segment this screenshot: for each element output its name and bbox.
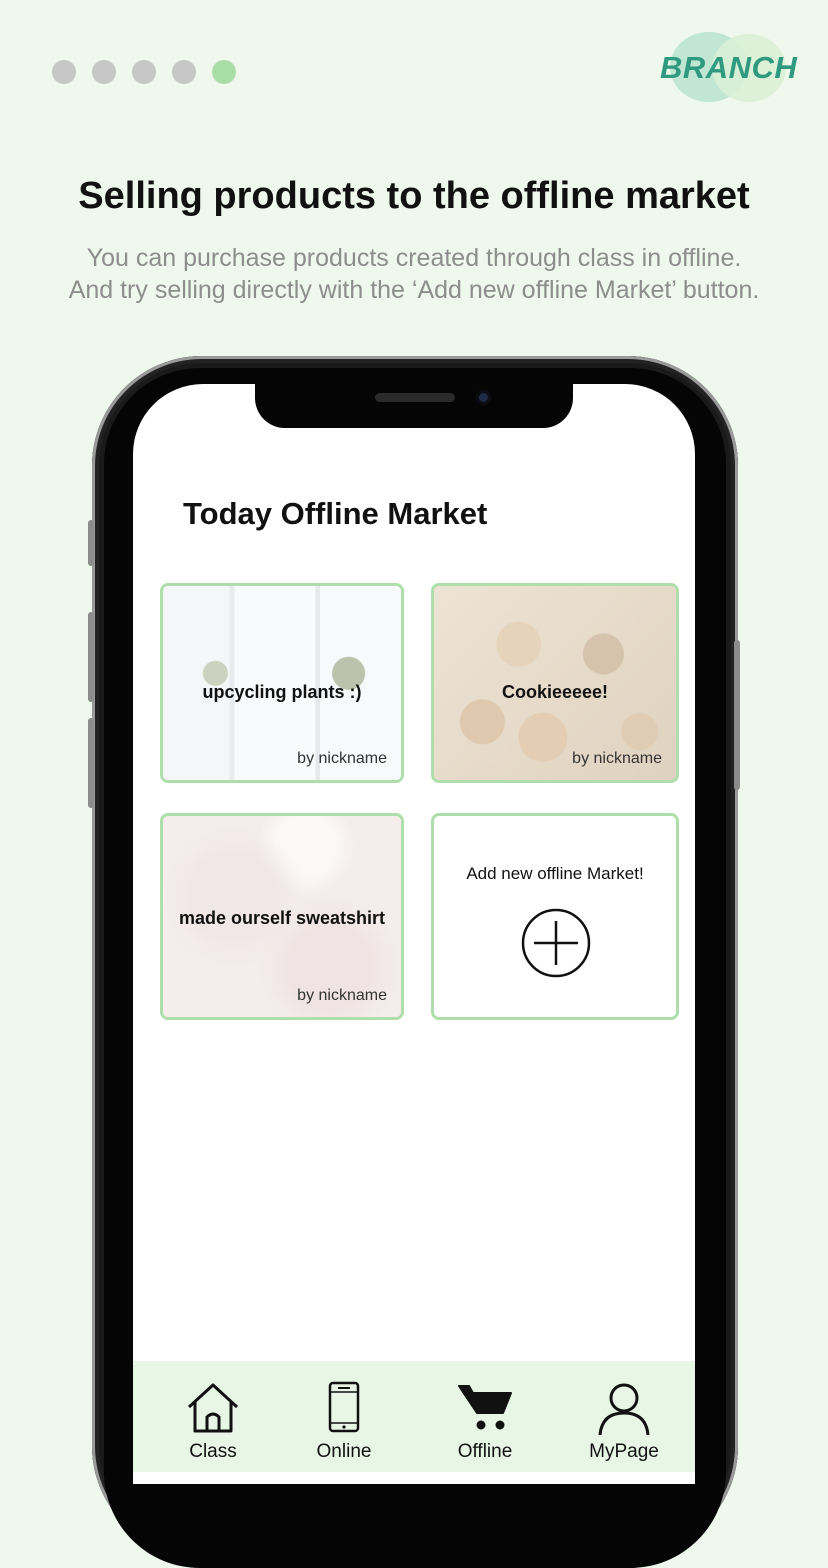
user-icon — [598, 1383, 650, 1436]
market-card[interactable]: Cookieeeee! by nickname — [431, 583, 679, 783]
description-line: And try selling directly with the ‘Add n… — [68, 276, 760, 304]
page-description: You can purchase products created throug… — [0, 242, 828, 306]
phone-notch — [255, 384, 573, 428]
brand-logo-text: BRANCH — [660, 50, 798, 85]
page-title: Selling products to the offline market — [78, 175, 750, 217]
nav-item-online[interactable]: Online — [289, 1361, 399, 1472]
nav-label: Class — [189, 1441, 237, 1462]
smartphone-icon — [328, 1381, 360, 1433]
nav-label: MyPage — [589, 1441, 659, 1462]
nav-item-class[interactable]: Class — [158, 1361, 268, 1472]
page-dot[interactable] — [92, 60, 116, 84]
market-section-title: Today Offline Market — [183, 496, 488, 531]
cart-icon — [458, 1385, 512, 1430]
phone-side-button — [88, 520, 94, 566]
phone-camera — [476, 390, 491, 405]
market-card[interactable]: made ourself sweatshirt by nickname — [160, 813, 404, 1020]
page-dot[interactable] — [132, 60, 156, 84]
add-market-label: Add new offline Market! — [466, 864, 644, 883]
page-dot[interactable] — [172, 60, 196, 84]
home-icon — [187, 1383, 239, 1433]
nav-label: Offline — [457, 1441, 513, 1462]
page-dot[interactable] — [52, 60, 76, 84]
bottom-nav-bar: Class Online Offline MyPage — [133, 1361, 695, 1472]
market-card-author: by nickname — [297, 987, 387, 1004]
page-indicator — [52, 60, 236, 84]
add-market-button[interactable]: Add new offline Market! — [431, 813, 679, 1020]
market-card-title: made ourself sweatshirt — [178, 908, 386, 928]
description-line: You can purchase products created throug… — [86, 244, 742, 272]
phone-side-button — [88, 718, 94, 808]
market-card-author: by nickname — [297, 750, 387, 767]
market-card[interactable]: upcycling plants :) by nickname — [160, 583, 404, 783]
market-card-author: by nickname — [572, 750, 662, 767]
phone-side-button — [734, 640, 740, 790]
brand-logo: BRANCH — [660, 30, 800, 104]
market-card-title: upcycling plants :) — [202, 682, 362, 702]
market-card-title: Cookieeeee! — [501, 682, 609, 702]
plus-circle-icon[interactable] — [521, 908, 591, 978]
nav-label: Online — [316, 1441, 372, 1462]
nav-item-offline[interactable]: Offline — [430, 1361, 540, 1472]
nav-item-mypage[interactable]: MyPage — [569, 1361, 679, 1472]
phone-speaker — [375, 393, 455, 402]
phone-side-button — [88, 612, 94, 702]
page-dot-active[interactable] — [212, 60, 236, 84]
